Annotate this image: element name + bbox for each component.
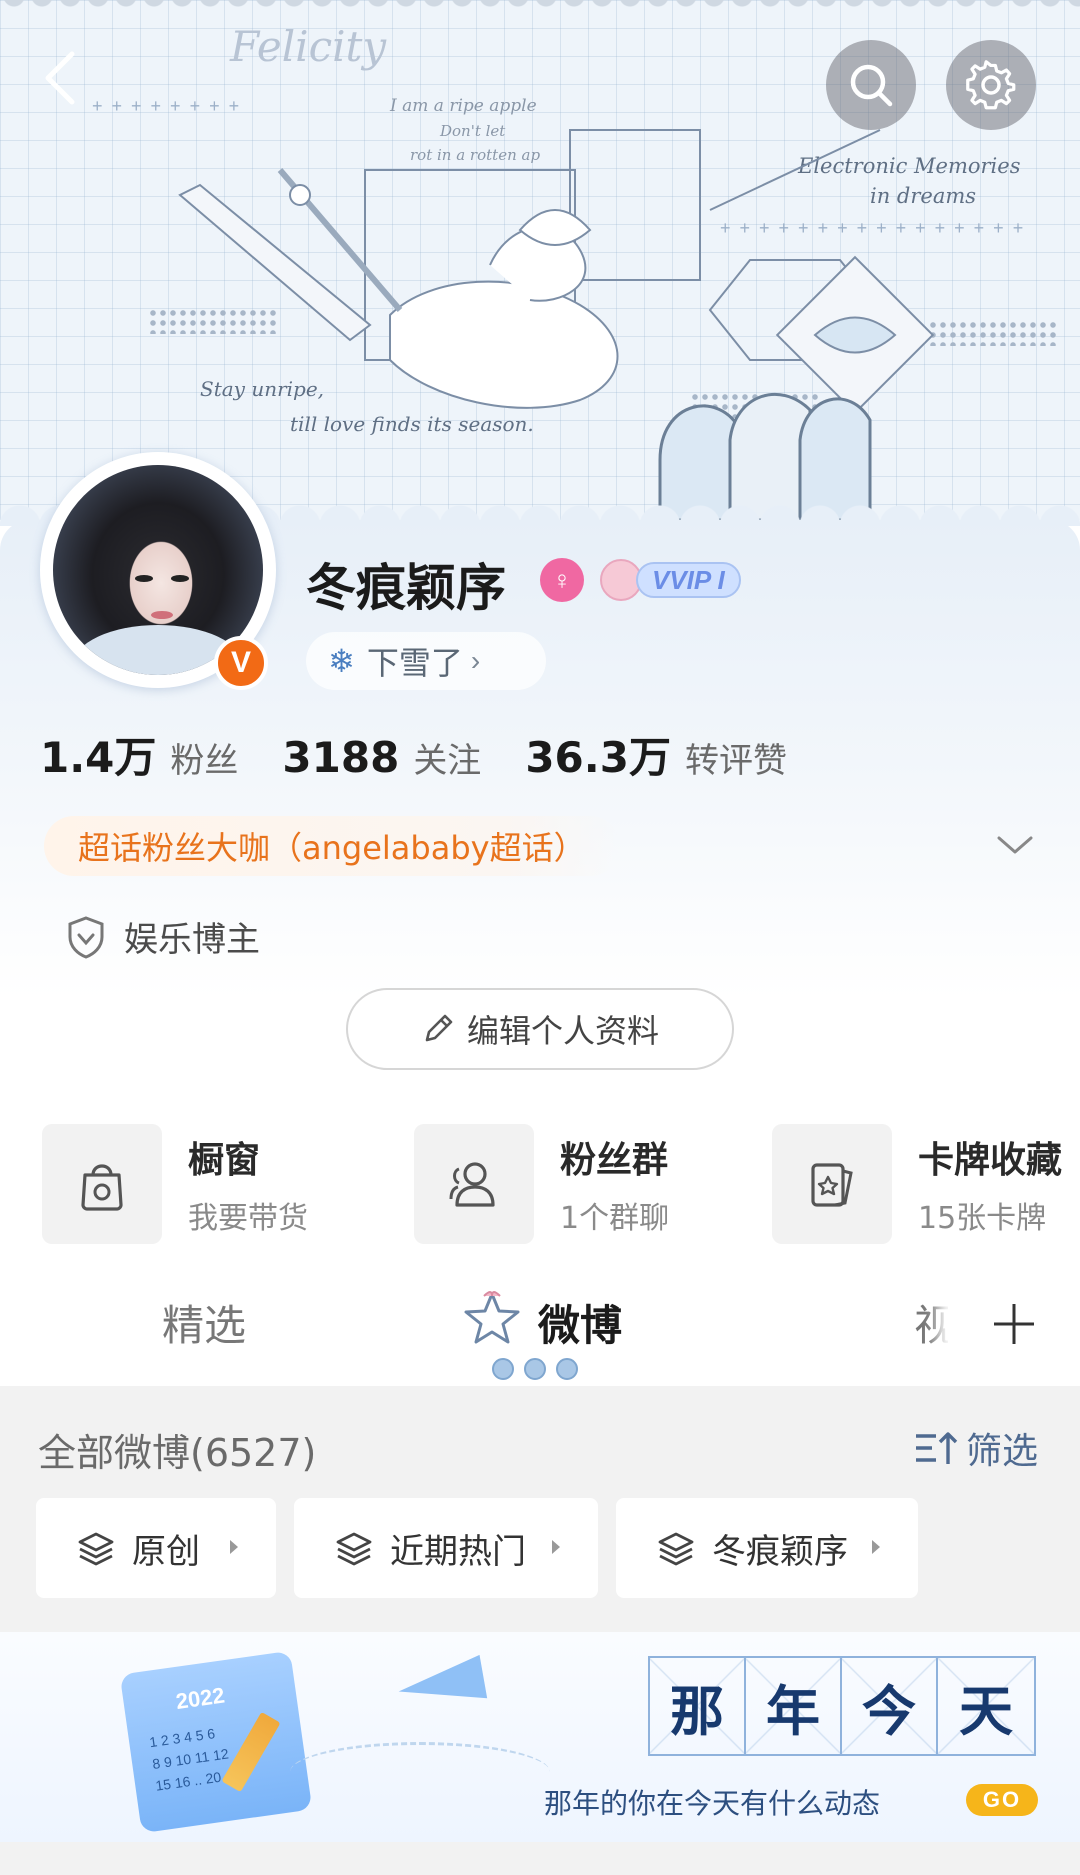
user-status-button[interactable]: ❄ 下雪了 › (306, 632, 546, 690)
chip-author[interactable]: 冬痕颖序 (616, 1498, 918, 1598)
shop-window-entry[interactable]: 橱窗 我要带货 (42, 1124, 308, 1244)
edit-profile-button[interactable]: 编辑个人资料 (346, 988, 734, 1070)
card-star-icon (811, 1163, 853, 1207)
creator-role[interactable]: 娱乐博主 (66, 912, 260, 961)
paper-plane-icon (394, 1654, 488, 1714)
banner-title-char: 那 (650, 1658, 746, 1754)
shop-window-title: 橱窗 (188, 1140, 261, 1181)
group-users-icon (449, 1162, 495, 1207)
expand-profile-button[interactable] (995, 830, 1035, 860)
feed-section: 全部微博(6527) 筛选 原创 近期热门 冬痕颖序 2022 1 2 3 4 … (0, 1386, 1080, 1875)
card-collection-entry[interactable]: 卡牌收藏 15张卡牌 (772, 1124, 1062, 1244)
cover-lace-border (0, 0, 1080, 14)
stat-following-value: 3188 (282, 733, 400, 782)
back-arrow-icon (45, 51, 75, 105)
chip-original-label: 原创 (132, 1531, 200, 1572)
filter-button[interactable]: 筛选 (914, 1422, 1038, 1474)
stat-followers[interactable]: 1.4万 粉丝 (40, 724, 238, 785)
card-collection-title: 卡牌收藏 (918, 1140, 1063, 1181)
vip-badge[interactable]: VVIP I (600, 556, 741, 604)
filter-label: 筛选 (966, 1431, 1039, 1472)
chip-recent-hot[interactable]: 近期热门 (294, 1498, 598, 1598)
fan-title-badge[interactable]: 超话粉丝大咖（angelababy超话） (44, 816, 620, 876)
sort-filter-icon (916, 1432, 958, 1464)
banner-subtitle: 那年的你在今天有什么动态 (544, 1787, 881, 1820)
banner-title-char: 天 (938, 1658, 1034, 1754)
banner-go-button[interactable]: GO (966, 1784, 1038, 1816)
calendar-days: 1 2 3 4 5 6 8 9 10 11 12 15 16 .. 20 (148, 1721, 233, 1797)
shop-window-subtitle: 我要带货 (188, 1201, 308, 1236)
add-tab-button[interactable] (948, 1262, 1080, 1386)
caret-right-icon (552, 1540, 560, 1554)
gear-icon (966, 60, 1016, 110)
banner-title-char: 今 (842, 1658, 938, 1754)
cover-illustration (178, 129, 935, 520)
stat-interactions-label: 转评赞 (684, 741, 787, 781)
back-button[interactable] (38, 48, 82, 108)
fan-group-entry[interactable]: 粉丝群 1个群聊 (414, 1124, 669, 1244)
chip-original[interactable]: 原创 (36, 1498, 276, 1598)
shopping-bag-icon (81, 1164, 123, 1211)
on-this-day-banner[interactable]: 2022 1 2 3 4 5 6 8 9 10 11 12 15 16 .. 2… (0, 1632, 1080, 1842)
stat-followers-value: 1.4万 (40, 733, 157, 782)
card-collection-subtitle: 15张卡牌 (918, 1201, 1047, 1236)
chevron-down-icon (997, 836, 1033, 854)
tab-featured[interactable]: 精选 (162, 1292, 246, 1353)
avatar-lip (151, 611, 173, 619)
calendar-icon: 2022 1 2 3 4 5 6 8 9 10 11 12 15 16 .. 2… (119, 1650, 313, 1834)
fan-group-subtitle: 1个群聊 (560, 1201, 670, 1236)
star-bow-icon (464, 1291, 520, 1344)
female-gender-icon: ♀ (540, 558, 584, 602)
stat-following-label: 关注 (413, 741, 482, 781)
card-collection-icon-box (772, 1124, 892, 1244)
banner-title-char: 年 (746, 1658, 842, 1754)
vip-level-label: VVIP I (636, 562, 741, 598)
stat-following[interactable]: 3188 关注 (282, 733, 481, 782)
username: 冬痕颖序 (306, 559, 506, 617)
user-status-text: 下雪了 (366, 644, 463, 682)
fan-group-title: 粉丝群 (560, 1140, 669, 1181)
search-button[interactable] (826, 40, 916, 130)
snowflake-icon: ❄ (328, 643, 355, 679)
avatar-eye (135, 575, 153, 582)
caret-right-icon (230, 1540, 238, 1554)
caret-right-icon (872, 1540, 880, 1554)
profile-tabs: 精选 微博 视 (0, 1262, 1080, 1386)
search-icon (850, 64, 893, 107)
profile-cover: Felicity I am a ripe apple Don't let rot… (0, 0, 1080, 520)
pencil-icon (425, 1014, 453, 1042)
dashed-path-decor (290, 1742, 550, 1802)
fan-group-icon-box (414, 1124, 534, 1244)
verified-badge-icon: V (214, 636, 268, 690)
edit-profile-label: 编辑个人资料 (466, 1012, 659, 1050)
profile-stats: 1.4万 粉丝 3188 关注 36.3万 转评赞 (40, 724, 831, 785)
settings-button[interactable] (946, 40, 1036, 130)
avatar-eye (171, 575, 189, 582)
layers-icon (658, 1532, 694, 1566)
creator-role-label: 娱乐博主 (124, 920, 260, 960)
calendar-year: 2022 (174, 1682, 227, 1715)
plus-icon (994, 1304, 1034, 1344)
chevron-right-icon: › (470, 645, 481, 676)
stat-followers-label: 粉丝 (170, 741, 239, 781)
layers-icon (336, 1532, 372, 1566)
feed-count-title: 全部微博(6527) (38, 1431, 317, 1475)
shield-icon (68, 915, 104, 959)
tab-level-dots (492, 1358, 578, 1380)
stat-interactions-value: 36.3万 (525, 733, 671, 782)
chip-recent-hot-label: 近期热门 (390, 1531, 526, 1572)
banner-title: 那 年 今 天 (648, 1656, 1036, 1756)
tab-weibo[interactable]: 微博 (538, 1292, 622, 1353)
shop-window-icon-box (42, 1124, 162, 1244)
chip-author-label: 冬痕颖序 (712, 1531, 848, 1572)
cover-text-felicity: Felicity (230, 22, 387, 71)
layers-icon (78, 1532, 114, 1566)
stat-interactions[interactable]: 36.3万 转评赞 (525, 724, 787, 785)
